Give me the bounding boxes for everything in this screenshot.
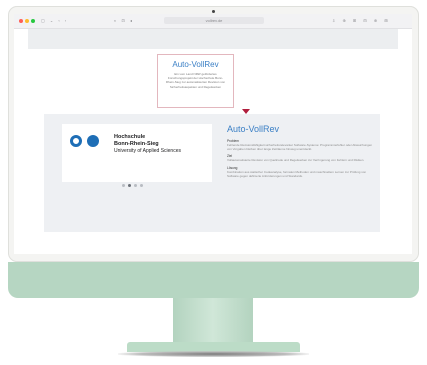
logo-text-subtitle: University of Applied Sciences xyxy=(114,148,181,154)
webcam-icon xyxy=(212,10,215,13)
info-title: Auto-VollRev xyxy=(227,124,280,134)
info-text-solution: Kombination aus statischer Codeanalyse, … xyxy=(227,169,367,178)
project-info-text: Auto-VollRev Problem Fehlende Revisionsf… xyxy=(227,124,377,178)
logo-dot-icon xyxy=(87,135,99,147)
sidebar-and-history-icons[interactable]: ▢ ⌄ ‹ › xyxy=(41,18,68,23)
header-band xyxy=(28,29,398,49)
toolbar-action-icons[interactable]: ⇩ ⊕ ⊞ ⊟ ⊕ ⊞ xyxy=(332,18,391,23)
carousel-dot-1[interactable] xyxy=(122,184,125,187)
callout-description: Ein vom Land NRW gefördertes Forschungsp… xyxy=(165,72,226,89)
close-window-button[interactable] xyxy=(19,19,23,23)
page-footer-area xyxy=(14,240,412,254)
floor-shadow xyxy=(118,351,309,357)
carousel-dot-2[interactable] xyxy=(128,184,131,187)
logo-ring-icon xyxy=(70,135,82,147)
info-text-goal: Vollautomatisierte Revision von Quellcod… xyxy=(227,158,365,163)
screen: ▢ ⌄ ‹ › ◐ ⊡ ◂ vollrev.de ⇩ ⊕ ⊞ ⊟ ⊕ ⊞ Aut… xyxy=(14,14,412,254)
info-text-problem: Fehlende Revisionsfähigkeit sicherheitsr… xyxy=(227,143,373,152)
callout-title: Auto-VollRev xyxy=(172,60,219,69)
university-logo-card: Hochschule Bonn-Rhein-Sieg University of… xyxy=(62,124,212,182)
logo-text-location: Bonn-Rhein-Sieg xyxy=(114,141,159,147)
carousel-dot-4[interactable] xyxy=(140,184,143,187)
carousel-dot-3[interactable] xyxy=(134,184,137,187)
imac-stand xyxy=(173,298,253,344)
browser-nav-icons[interactable]: ◐ ⊡ ◂ xyxy=(114,18,134,23)
minimize-window-button[interactable] xyxy=(25,19,29,23)
logo-text-hochschule: Hochschule xyxy=(114,134,146,140)
project-callout-box: Auto-VollRev Ein vom Land NRW geförderte… xyxy=(157,54,234,108)
imac-chin xyxy=(8,262,419,298)
zoom-window-button[interactable] xyxy=(31,19,35,23)
carousel-dots xyxy=(122,184,162,188)
browser-toolbar: ▢ ⌄ ‹ › ◐ ⊡ ◂ vollrev.de ⇩ ⊕ ⊞ ⊟ ⊕ ⊞ xyxy=(14,14,412,29)
address-bar[interactable]: vollrev.de xyxy=(164,17,264,24)
